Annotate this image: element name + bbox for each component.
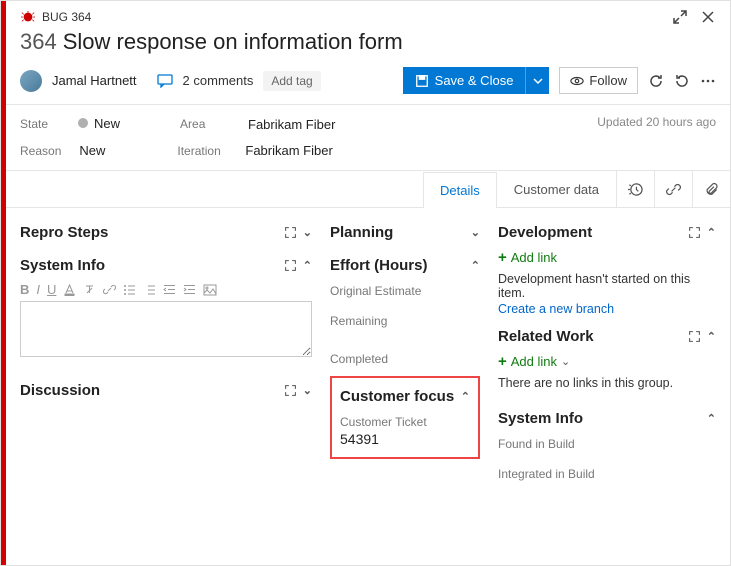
follow-button[interactable]: Follow	[559, 67, 638, 94]
expand-icon[interactable]	[688, 226, 701, 239]
planning-heading: Planning	[330, 224, 393, 241]
chevron-up-icon[interactable]: ⌃	[471, 259, 480, 272]
work-item-title[interactable]: Slow response on information form	[63, 29, 403, 54]
system-info-textarea[interactable]	[20, 301, 312, 357]
expand-icon[interactable]	[284, 384, 297, 397]
close-icon[interactable]	[700, 9, 716, 25]
customer-ticket-value[interactable]: 54391	[340, 431, 470, 447]
save-and-close-button[interactable]: Save & Close	[403, 67, 526, 94]
bullet-list-icon[interactable]	[123, 283, 136, 296]
work-item-id: 364	[20, 29, 57, 54]
related-work-heading: Related Work	[498, 328, 594, 345]
indent-icon[interactable]	[183, 283, 196, 296]
chevron-down-icon[interactable]: ⌄	[471, 226, 480, 239]
font-color-icon[interactable]	[63, 283, 76, 296]
customer-focus-heading: Customer focus	[340, 388, 454, 405]
area-label: Area	[180, 117, 230, 131]
open-full-icon[interactable]	[672, 9, 688, 25]
save-dropdown-button[interactable]	[525, 67, 549, 94]
iteration-value[interactable]: Fabrikam Fiber	[245, 143, 332, 158]
save-button-label: Save & Close	[435, 73, 514, 88]
rich-text-toolbar: B I U	[20, 278, 312, 301]
state-dot-icon	[78, 118, 88, 128]
create-branch-link[interactable]: Create a new branch	[498, 302, 716, 316]
history-tab-icon[interactable]	[616, 171, 654, 207]
bug-icon	[20, 9, 36, 25]
link-icon[interactable]	[103, 283, 116, 296]
attachments-tab-icon[interactable]	[692, 171, 730, 207]
chevron-down-icon[interactable]: ⌄	[303, 226, 312, 239]
integrated-in-build-label[interactable]: Integrated in Build	[498, 461, 716, 483]
follow-label: Follow	[589, 73, 627, 88]
plus-icon: +	[498, 249, 507, 266]
revert-icon[interactable]	[674, 73, 690, 89]
comments-count[interactable]: 2 comments	[183, 73, 254, 88]
chevron-up-icon[interactable]: ⌃	[707, 226, 716, 239]
reason-label: Reason	[20, 144, 61, 158]
reason-value[interactable]: New	[79, 143, 105, 158]
chevron-up-icon[interactable]: ⌃	[707, 412, 716, 425]
assignee-name[interactable]: Jamal Hartnett	[52, 73, 137, 88]
found-in-build-label[interactable]: Found in Build	[498, 431, 716, 453]
chevron-down-icon: ⌄	[561, 355, 570, 368]
development-heading: Development	[498, 224, 592, 241]
discussion-heading: Discussion	[20, 382, 100, 399]
plus-icon: +	[498, 353, 507, 370]
expand-icon[interactable]	[688, 330, 701, 343]
updated-timestamp: Updated 20 hours ago	[597, 115, 716, 129]
links-tab-icon[interactable]	[654, 171, 692, 207]
more-actions-icon[interactable]	[700, 73, 716, 89]
avatar[interactable]	[20, 70, 42, 92]
completed-label[interactable]: Completed	[330, 346, 480, 368]
outdent-icon[interactable]	[163, 283, 176, 296]
chevron-up-icon[interactable]: ⌃	[707, 330, 716, 343]
italic-icon[interactable]: I	[36, 282, 40, 297]
remaining-label[interactable]: Remaining	[330, 308, 480, 330]
state-label: State	[20, 117, 60, 131]
expand-icon[interactable]	[284, 259, 297, 272]
effort-heading: Effort (Hours)	[330, 257, 428, 274]
development-empty-msg: Development hasn't started on this item.	[498, 272, 716, 300]
state-value[interactable]: New	[78, 115, 120, 133]
clear-format-icon[interactable]	[83, 283, 96, 296]
add-tag-button[interactable]: Add tag	[263, 71, 320, 91]
system-info-heading: System Info	[20, 257, 105, 274]
add-link-related[interactable]: +Add link ⌄	[498, 349, 716, 374]
refresh-icon[interactable]	[648, 73, 664, 89]
work-item-type-label: BUG 364	[42, 10, 91, 24]
chevron-up-icon[interactable]: ⌃	[461, 390, 470, 403]
original-estimate-label[interactable]: Original Estimate	[330, 278, 480, 300]
tab-details[interactable]: Details	[423, 172, 497, 208]
chevron-down-icon[interactable]: ⌄	[303, 384, 312, 397]
related-empty-msg: There are no links in this group.	[498, 376, 716, 390]
number-list-icon[interactable]	[143, 283, 156, 296]
customer-ticket-label: Customer Ticket	[340, 409, 470, 431]
underline-icon[interactable]: U	[47, 282, 56, 297]
area-value[interactable]: Fabrikam Fiber	[248, 117, 335, 132]
system-info-heading-right: System Info	[498, 410, 583, 427]
add-link-development[interactable]: +Add link	[498, 245, 716, 270]
repro-steps-heading: Repro Steps	[20, 224, 108, 241]
tab-customer-data[interactable]: Customer data	[497, 171, 616, 207]
expand-icon[interactable]	[284, 226, 297, 239]
comment-icon[interactable]	[157, 74, 173, 88]
customer-focus-highlight: Customer focus ⌃ Customer Ticket 54391	[330, 376, 480, 459]
chevron-up-icon[interactable]: ⌃	[303, 259, 312, 272]
image-icon[interactable]	[203, 284, 217, 296]
bold-icon[interactable]: B	[20, 282, 29, 297]
iteration-label: Iteration	[177, 144, 227, 158]
